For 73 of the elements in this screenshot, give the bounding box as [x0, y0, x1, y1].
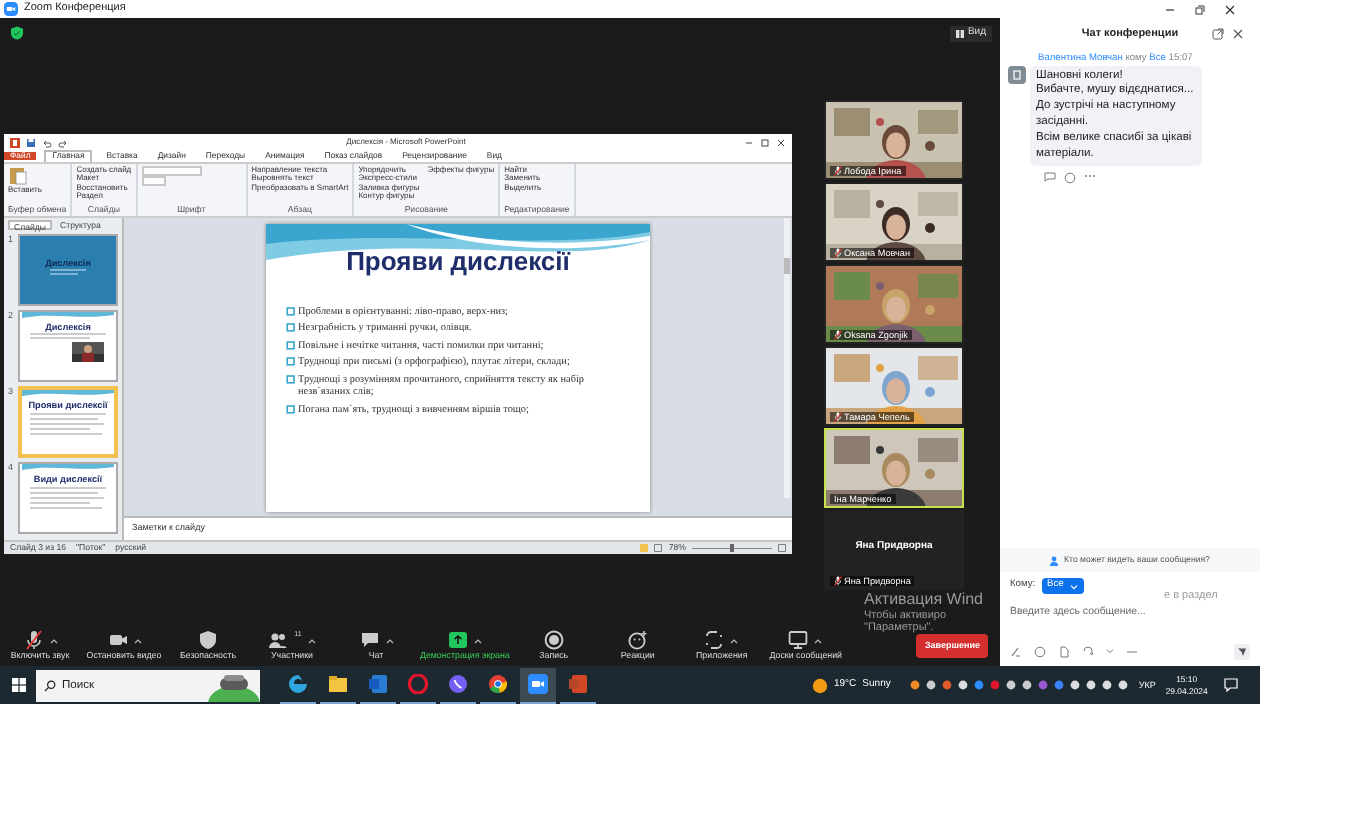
muted-microphone-icon: [23, 630, 43, 651]
presentation-icon: [568, 674, 588, 694]
activation-notice-title: Активация Wind: [864, 590, 983, 610]
thumbnail-text-drawing: [28, 332, 108, 343]
thumbnail-text-drawing: [48, 268, 88, 279]
fit-window-icon[interactable]: [778, 544, 786, 552]
apps-icon: [704, 630, 725, 651]
restore-icon[interactable]: [760, 137, 770, 147]
folder-icon: [328, 674, 348, 694]
phone-icon: [448, 674, 468, 694]
search-icon: [44, 679, 56, 691]
browser-icon: [288, 674, 308, 694]
taskbar-app-button[interactable]: [520, 667, 556, 703]
browser-icon: [408, 674, 428, 694]
reply-icon[interactable]: [1044, 172, 1056, 183]
share-screen-icon: [447, 630, 468, 651]
caret-icon[interactable]: [307, 637, 316, 644]
windows-logo-icon: [11, 678, 25, 692]
redo-icon[interactable]: [58, 137, 68, 147]
restore-icon[interactable]: [1194, 3, 1206, 15]
wave-drawing: [22, 312, 114, 320]
wave-drawing: [22, 390, 114, 398]
bullet-icon: [286, 356, 296, 367]
caret-icon[interactable]: [133, 637, 141, 644]
caret-icon[interactable]: [814, 637, 823, 644]
app-logo-icon: [4, 2, 18, 16]
send-icon[interactable]: [1234, 643, 1250, 659]
close-icon[interactable]: [1224, 3, 1236, 15]
close-icon[interactable]: [1232, 28, 1244, 40]
search-highlight-icon: [208, 669, 260, 701]
close-icon[interactable]: [776, 137, 786, 147]
bullet-icon: [286, 339, 296, 350]
avatar-icon: [1008, 65, 1026, 84]
zoom-slider[interactable]: [692, 544, 772, 552]
undo-icon[interactable]: [42, 137, 52, 147]
people-icon: [268, 630, 289, 651]
bullet-icon: [286, 322, 296, 333]
save-icon[interactable]: [26, 137, 36, 147]
wave-drawing: [22, 464, 114, 472]
video-camera-icon: [107, 630, 127, 651]
bullet-icon: [286, 403, 296, 414]
font-size-field[interactable]: [141, 176, 166, 186]
whiteboard-icon: [788, 630, 809, 651]
caret-icon[interactable]: [473, 637, 482, 644]
sun-icon: [812, 677, 828, 693]
person-lock-icon: [1050, 555, 1061, 566]
thumbnail-text-drawing: [28, 484, 108, 513]
shield-icon: [198, 630, 218, 651]
security-shield-icon[interactable]: [10, 26, 24, 40]
smiley-icon: [627, 630, 648, 651]
scrollbar[interactable]: [782, 218, 792, 498]
file-icon[interactable]: [1058, 645, 1070, 657]
pop-out-icon[interactable]: [1212, 28, 1224, 40]
caret-icon[interactable]: [730, 637, 739, 644]
slide-title: Прояви дислексії: [346, 248, 570, 278]
caret-icon[interactable]: [385, 637, 393, 644]
thumbnail-text-drawing: [28, 410, 108, 439]
caret-icon: [1069, 583, 1078, 590]
font-field[interactable]: [141, 166, 202, 176]
chat-bubble-icon: [359, 630, 379, 651]
minimize-icon[interactable]: [1164, 3, 1176, 15]
sorter-view-icon[interactable]: [654, 544, 663, 552]
caret-icon[interactable]: [49, 637, 57, 644]
paste-icon[interactable]: [8, 166, 28, 186]
browser-icon: [488, 674, 508, 694]
bullet-icon: [286, 305, 296, 316]
grid-icon: [955, 29, 964, 38]
video-camera-icon: [528, 674, 548, 694]
record-icon: [543, 630, 564, 651]
minimize-icon[interactable]: [744, 137, 754, 147]
document-icon: [368, 674, 388, 694]
bullet-icon: [286, 373, 296, 384]
notification-icon[interactable]: [1223, 678, 1238, 692]
